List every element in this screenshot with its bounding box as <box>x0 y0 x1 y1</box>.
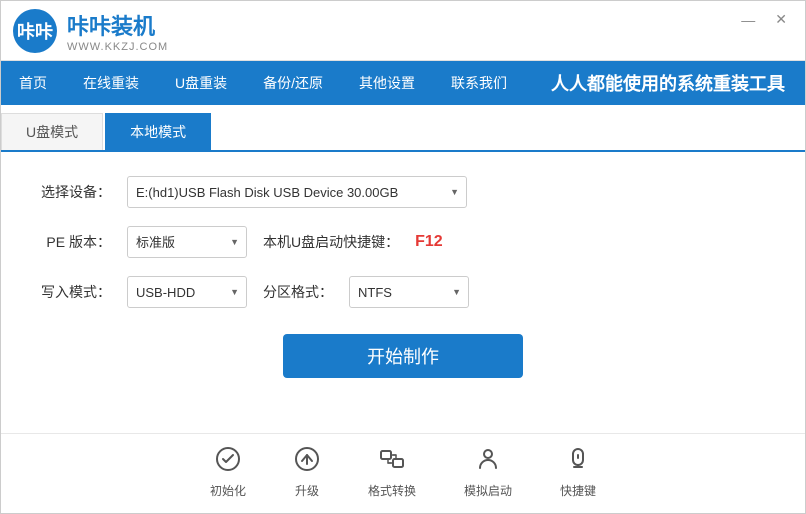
format-convert-icon <box>379 446 405 478</box>
nav-item-home[interactable]: 首页 <box>1 61 65 105</box>
device-row: 选择设备： E:(hd1)USB Flash Disk USB Device 3… <box>41 176 765 208</box>
simulate-boot-icon <box>475 446 501 478</box>
tool-initialize[interactable]: 初始化 <box>210 446 246 499</box>
partition-label: 分区格式： <box>263 282 333 302</box>
hotkey-value: F12 <box>415 233 443 251</box>
shortcut-keys-icon <box>565 446 591 478</box>
tab-bar: U盘模式 本地模式 <box>1 113 805 152</box>
nav-item-settings[interactable]: 其他设置 <box>341 61 433 105</box>
close-button[interactable]: ✕ <box>769 9 793 30</box>
window-controls: — ✕ <box>735 1 793 30</box>
bottom-toolbar: 初始化 升级 <box>1 433 805 513</box>
app-name: 咔咔装机 <box>67 9 168 41</box>
device-label: 选择设备： <box>41 182 111 202</box>
write-select-wrapper: USB-HDD <box>127 276 247 308</box>
pe-select-wrapper: 标准版 <box>127 226 247 258</box>
app-url: WWW.KKZJ.COM <box>67 41 168 53</box>
nav-item-backup[interactable]: 备份/还原 <box>245 61 341 105</box>
form-area: 选择设备： E:(hd1)USB Flash Disk USB Device 3… <box>1 152 805 433</box>
partition-select[interactable]: NTFS <box>349 276 469 308</box>
shortcut-keys-label: 快捷键 <box>560 482 596 499</box>
initialize-label: 初始化 <box>210 482 246 499</box>
simulate-boot-label: 模拟启动 <box>464 482 512 499</box>
pe-row: PE 版本： 标准版 本机U盘启动快捷键： F12 <box>41 226 765 258</box>
app-title-block: 咔咔装机 WWW.KKZJ.COM <box>67 9 168 53</box>
hotkey-label: 本机U盘启动快捷键： <box>263 232 399 252</box>
title-bar: 咔咔 咔咔装机 WWW.KKZJ.COM — ✕ <box>1 1 805 61</box>
nav-item-online-reinstall[interactable]: 在线重装 <box>65 61 157 105</box>
tool-format-convert[interactable]: 格式转换 <box>368 446 416 499</box>
tab-local-mode[interactable]: 本地模式 <box>105 113 211 150</box>
device-select-wrapper: E:(hd1)USB Flash Disk USB Device 30.00GB <box>127 176 467 208</box>
minimize-button[interactable]: — <box>735 10 761 30</box>
nav-slogan: 人人都能使用的系统重装工具 <box>531 61 805 105</box>
tool-upgrade[interactable]: 升级 <box>294 446 320 499</box>
logo-text: 咔咔 <box>17 18 53 44</box>
upgrade-icon <box>294 446 320 478</box>
pe-label: PE 版本： <box>41 232 111 252</box>
initialize-icon <box>215 446 241 478</box>
tool-shortcut-keys[interactable]: 快捷键 <box>560 446 596 499</box>
main-window: 咔咔 咔咔装机 WWW.KKZJ.COM — ✕ 首页 在线重装 U盘重装 备份… <box>0 0 806 514</box>
write-row: 写入模式： USB-HDD 分区格式： NTFS <box>41 276 765 308</box>
content-area: U盘模式 本地模式 选择设备： E:(hd1)USB Flash Disk US… <box>1 105 805 433</box>
nav-item-usb-install[interactable]: U盘重装 <box>157 61 245 105</box>
nav-item-contact[interactable]: 联系我们 <box>433 61 525 105</box>
partition-select-wrapper: NTFS <box>349 276 469 308</box>
start-button[interactable]: 开始制作 <box>283 334 523 378</box>
write-label: 写入模式： <box>41 282 111 302</box>
device-select[interactable]: E:(hd1)USB Flash Disk USB Device 30.00GB <box>127 176 467 208</box>
nav-bar: 首页 在线重装 U盘重装 备份/还原 其他设置 联系我们 人人都能使用的系统重装… <box>1 61 805 105</box>
format-convert-label: 格式转换 <box>368 482 416 499</box>
pe-select[interactable]: 标准版 <box>127 226 247 258</box>
app-logo: 咔咔 <box>13 9 57 53</box>
upgrade-label: 升级 <box>295 482 319 499</box>
tab-usb-mode[interactable]: U盘模式 <box>1 113 103 150</box>
write-select[interactable]: USB-HDD <box>127 276 247 308</box>
tool-simulate-boot[interactable]: 模拟启动 <box>464 446 512 499</box>
